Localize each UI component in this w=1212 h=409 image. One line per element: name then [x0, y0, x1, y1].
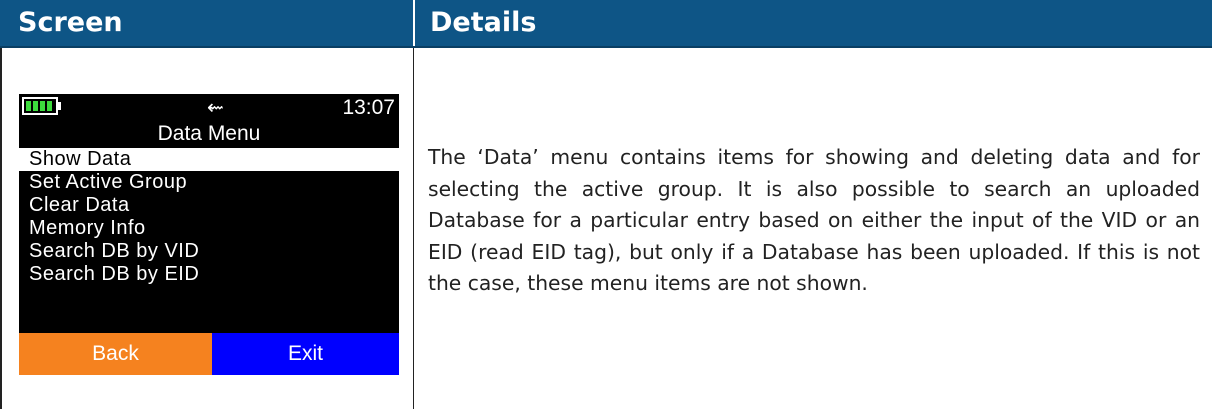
- menu-item-memory-info[interactable]: Memory Info: [19, 217, 399, 240]
- device-screen: ⇜ 13:07 Data Menu Show Data Set Active G…: [19, 94, 399, 375]
- softkey-bar: Back Exit: [19, 333, 399, 375]
- menu-title: Data Menu: [157, 122, 261, 145]
- data-menu-list: Show Data Set Active Group Clear Data Me…: [19, 148, 399, 286]
- exit-softkey[interactable]: Exit: [212, 333, 399, 375]
- menu-item-clear-data[interactable]: Clear Data: [19, 194, 399, 217]
- status-bar: ⇜ 13:07: [19, 94, 399, 121]
- table-left-border: [0, 48, 2, 409]
- details-text: The ‘Data’ menu contains items for showi…: [428, 145, 1200, 295]
- header-divider: [413, 0, 415, 46]
- clock: 13:07: [342, 96, 395, 119]
- battery-tip: [58, 102, 61, 110]
- menu-item-show-data[interactable]: Show Data: [19, 148, 399, 171]
- menu-item-search-db-by-eid[interactable]: Search DB by EID: [19, 263, 399, 286]
- table-header-row: Screen Details: [0, 0, 1212, 48]
- back-softkey[interactable]: Back: [19, 333, 212, 375]
- details-column-header: Details: [430, 7, 537, 38]
- screen-column-header: Screen: [18, 7, 123, 38]
- battery-level: [26, 101, 54, 111]
- usb-icon: ⇜: [207, 95, 224, 119]
- menu-item-set-active-group[interactable]: Set Active Group: [19, 171, 399, 194]
- column-divider: [413, 48, 414, 409]
- battery-full-icon: [22, 97, 58, 115]
- menu-item-search-db-by-vid[interactable]: Search DB by VID: [19, 240, 399, 263]
